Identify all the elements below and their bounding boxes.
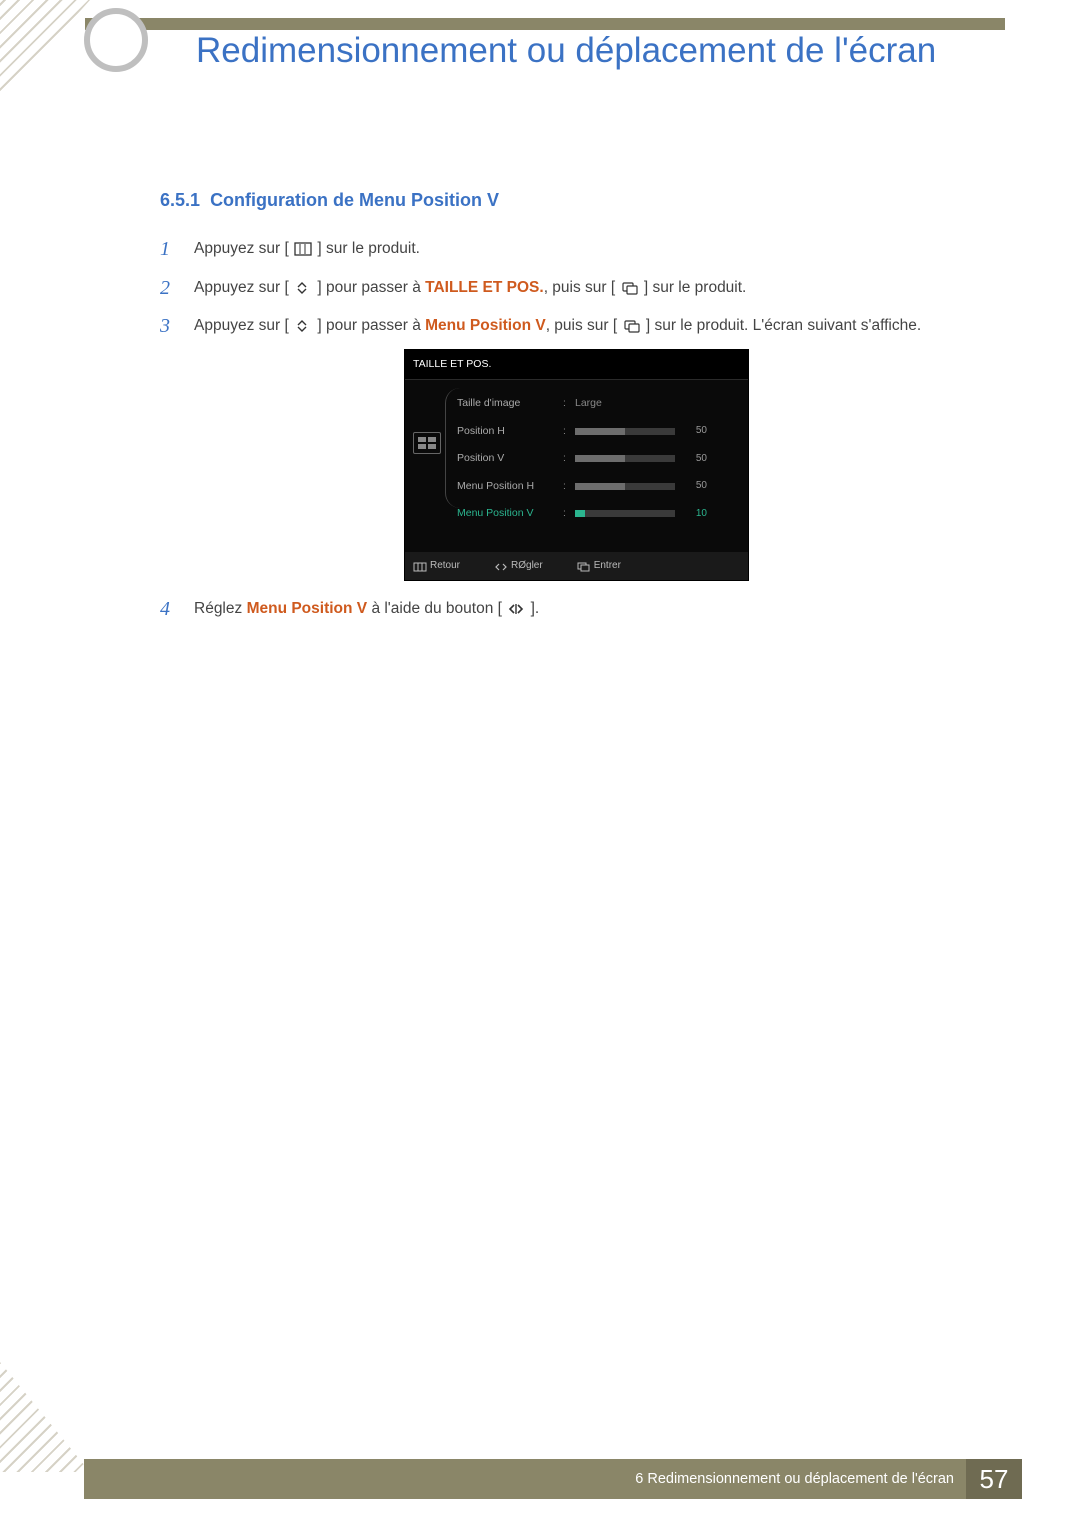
osd-row-label: Position V [457,449,557,468]
osd-row-label: Menu Position H [457,477,557,496]
osd-row: Menu Position H : 50 [457,473,736,500]
enter-icon [577,561,589,571]
osd-body: Taille d'image : Large Position H : 50 [405,380,748,551]
page-number: 57 [966,1459,1022,1499]
osd-row-value: 50 [681,422,707,441]
footer-bar: 6 Redimensionnement ou déplacement de l'… [84,1459,1022,1499]
content-area: 6.5.1 Configuration de Menu Position V A… [160,190,950,634]
step-text-tail: sur le produit. L'écran suivant s'affich… [654,317,921,334]
chapter-badge [84,8,148,72]
menu-icon [413,561,425,571]
osd-row-label: Taille d'image [457,394,557,413]
osd-footer-adjust: RØgler [494,557,543,576]
osd-row-label: Position H [457,422,557,441]
bracket-open-2: [ [611,279,615,296]
highlight-term: TAILLE ET POS. [425,279,544,296]
osd-slider [575,510,675,517]
osd-footer-label: Entrer [594,557,621,576]
step-text-after-term: , puis sur [546,317,613,334]
enter-icon [621,281,639,295]
enter-icon [623,319,641,333]
step-item: Appuyez sur [ ] sur le produit. [160,235,950,264]
page-title: Redimensionnement ou déplacement de l'éc… [196,28,976,74]
step-text: Appuyez sur [194,240,284,257]
up-down-icon [294,319,312,333]
bracket-close: ] [317,279,321,296]
menu-icon [294,242,312,256]
osd-screenshot: TAILLE ET POS. Taille d'image : Large [404,349,749,581]
step-text-tail: sur le produit. [326,240,420,257]
step-text: Appuyez sur [194,317,284,334]
osd-category-icon [413,432,441,454]
osd-slider [575,483,675,490]
step-text-mid: pour passer à [326,317,425,334]
bracket-close: ] [317,240,321,257]
highlight-term: Menu Position V [247,600,368,617]
step-text-mid: à l'aide du bouton [371,600,497,617]
step-text-after-term: , puis sur [544,279,611,296]
up-down-icon [294,281,312,295]
osd-colon: : [563,504,569,523]
step-text-tail: sur le produit. [652,279,746,296]
left-right-icon [494,561,506,571]
osd-footer-label: Retour [430,557,460,576]
bracket-open: [ [498,600,502,617]
corner-decoration-top [0,0,90,100]
bracket-close-2: ] [644,279,648,296]
section-title-text: Configuration de Menu Position V [210,190,499,210]
osd-colon: : [563,422,569,441]
bracket-open-2: [ [613,317,617,334]
osd-row-label: Menu Position V [457,504,557,523]
osd-title: TAILLE ET POS. [405,350,748,380]
corner-decoration-bottom [0,1362,90,1472]
bracket-open: [ [284,279,288,296]
osd-colon: : [563,449,569,468]
bracket-open: [ [284,240,288,257]
osd-panel: TAILLE ET POS. Taille d'image : Large [404,349,749,581]
osd-row: Taille d'image : Large [457,390,736,417]
osd-slider [575,428,675,435]
osd-row-active: Menu Position V : 10 [457,500,736,527]
osd-footer: Retour RØgler [405,552,748,581]
osd-footer-return: Retour [413,557,460,576]
osd-row-value: 50 [681,477,707,496]
bracket-close-2: ] [646,317,650,334]
osd-row: Position H : 50 [457,418,736,445]
osd-row-value: 50 [681,450,707,469]
step-text-mid: pour passer à [326,279,425,296]
osd-row: Position V : 50 [457,445,736,472]
step-text-tail: . [535,600,539,617]
steps-list: Appuyez sur [ ] sur le produit. Appuyez … [160,235,950,624]
step-text: Appuyez sur [194,279,284,296]
osd-bracket-curve [445,388,460,508]
step-item: Réglez Menu Position V à l'aide du bouto… [160,595,950,624]
osd-row-value: Large [575,394,602,413]
highlight-term: Menu Position V [425,317,546,334]
section-number: 6.5.1 [160,190,200,210]
osd-colon: : [563,477,569,496]
osd-footer-label: RØgler [511,557,543,576]
osd-slider [575,455,675,462]
left-right-icon [507,602,525,616]
footer-chapter-label: 6 Redimensionnement ou déplacement de l'… [635,1471,966,1487]
step-item: Appuyez sur [ ] pour passer à Menu Posit… [160,312,950,581]
step-text: Réglez [194,600,247,617]
osd-colon: : [563,394,569,413]
osd-row-value: 10 [681,505,707,524]
bracket-close: ] [317,317,321,334]
osd-footer-enter: Entrer [577,557,621,576]
bracket-open: [ [284,317,288,334]
section-heading: 6.5.1 Configuration de Menu Position V [160,190,950,211]
step-item: Appuyez sur [ ] pour passer à TAILLE ET … [160,274,950,303]
page: Redimensionnement ou déplacement de l'éc… [0,0,1080,1527]
